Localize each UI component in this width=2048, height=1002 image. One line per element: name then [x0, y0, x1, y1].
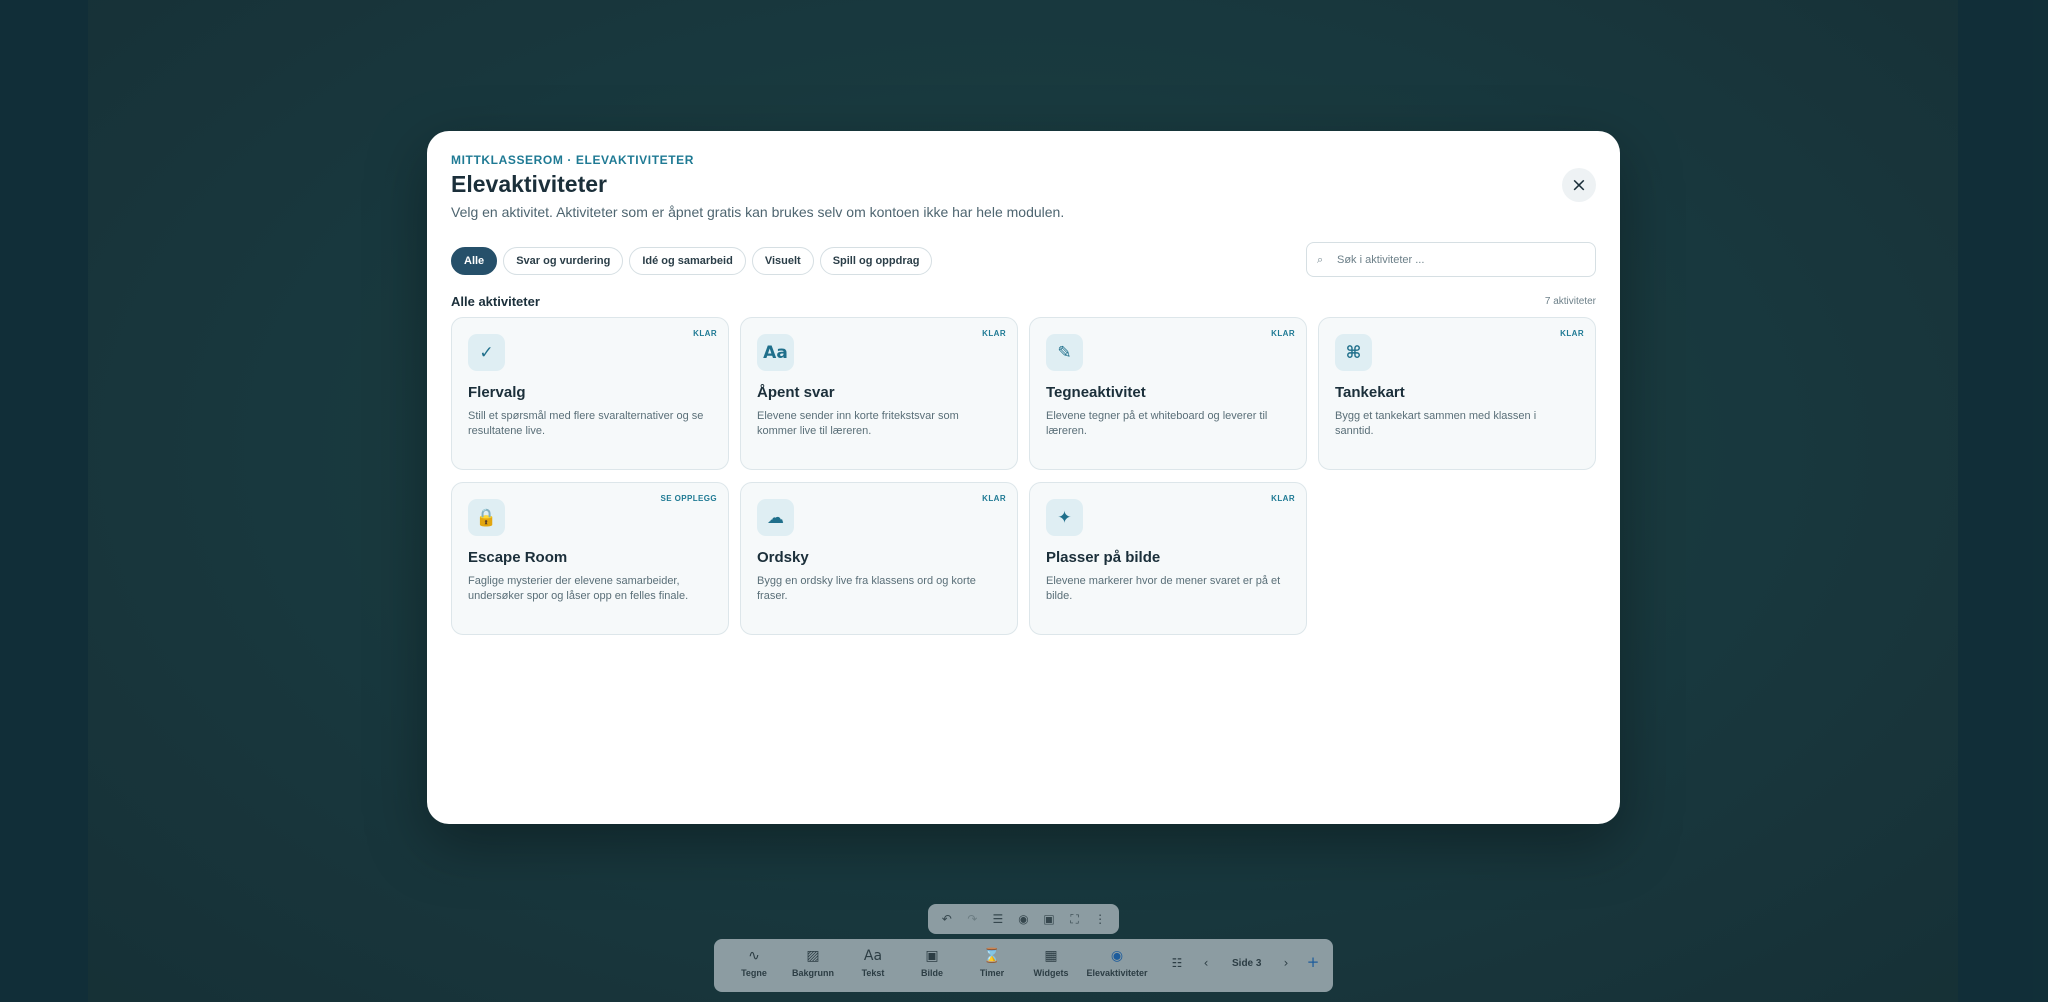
tool-label: Widgets [1033, 968, 1069, 978]
tool-text[interactable]: Aa Tekst [844, 947, 902, 978]
activities-icon: ◉ [1110, 948, 1124, 964]
status-badge: KLAR [1271, 329, 1295, 338]
search-input[interactable] [1335, 252, 1589, 267]
bottom-toolbar: ∿ Tegne ▨ Bakgrunn Aa Tekst ▣ Bilde ⌛ Ti… [714, 939, 1333, 992]
status-badge: KLAR [982, 494, 1006, 503]
text-icon: Aa [863, 948, 883, 964]
prev-page-button[interactable]: ‹ [1198, 956, 1214, 970]
tool-widgets[interactable]: ▦ Widgets [1022, 947, 1080, 978]
next-page-button[interactable]: › [1278, 956, 1294, 970]
image-icon: ▣ [925, 948, 939, 964]
search-icon: ⌕ [1317, 252, 1324, 266]
section-title: Alle aktiviteter [451, 294, 540, 309]
tool-background[interactable]: ▨ Bakgrunn [784, 947, 842, 978]
card-description: Elevene sender inn korte fritekstsvar so… [757, 410, 959, 437]
tool-label: Bakgrunn [791, 968, 834, 978]
filter-games-missions[interactable]: Spill og oppdrag [819, 247, 933, 275]
page-indicator: Side 3 [1232, 958, 1262, 969]
modal-title: Elevaktiviteter [451, 171, 607, 197]
filter-chips: Alle Svar og vurdering Idé og samarbeid … [451, 247, 933, 275]
card-description: Elevene tegner på et whiteboard og lever… [1046, 410, 1268, 437]
card-title: Tegneaktivitet [1046, 384, 1146, 401]
widgets-icon: ▦ [1044, 948, 1058, 964]
card-description: Bygg en ordsky live fra klassens ord og … [757, 575, 976, 602]
tool-label: Tegne [741, 968, 767, 978]
activity-card-tegneaktivitet[interactable]: ✎ KLAR Tegneaktivitet Elevene tegner på … [1029, 317, 1307, 470]
pin-icon: ✦ [1046, 499, 1083, 536]
activity-card-ordsky[interactable]: ☁ KLAR Ordsky Bygg en ordsky live fra kl… [740, 482, 1018, 635]
lock-icon: 🔒 [468, 499, 505, 536]
mindmap-icon: ⌘ [1335, 334, 1372, 371]
filter-answer-assessment[interactable]: Svar og vurdering [503, 247, 624, 275]
activity-card-flervalg[interactable]: ✓ KLAR Flervalg Still et spørsmål med fl… [451, 317, 729, 470]
tool-label: Timer [979, 968, 1005, 978]
tool-label: Bilde [920, 968, 943, 978]
modal-subtitle: Velg en aktivitet. Aktiviteter som er åp… [451, 204, 1065, 220]
status-badge: KLAR [1271, 494, 1295, 503]
undo-icon[interactable]: ↶ [937, 912, 957, 926]
activity-card-plasser-pa-bilde[interactable]: ✦ KLAR Plasser på bilde Elevene markerer… [1029, 482, 1307, 635]
timer-icon: ⌛ [983, 948, 1001, 964]
activity-card-tankekart[interactable]: ⌘ KLAR Tankekart Bygg et tankekart samme… [1318, 317, 1596, 470]
close-icon: × [1571, 174, 1587, 196]
text-icon: Aa [757, 334, 794, 371]
menu-icon[interactable]: ☰ [988, 912, 1008, 926]
tool-label: Tekst [861, 968, 885, 978]
search-box[interactable]: ⌕ [1306, 242, 1596, 277]
tool-timer[interactable]: ⌛ Timer [963, 947, 1021, 978]
cloud-icon: ☁ [757, 499, 794, 536]
mini-toolbar: ↶ ↷ ☰ ◉ ▣ ⛶ ⋮ [928, 904, 1119, 934]
card-title: Ordsky [757, 549, 809, 566]
tool-label: Elevaktiviteter [1086, 968, 1148, 978]
status-badge: KLAR [982, 329, 1006, 338]
activity-card-escape-room[interactable]: 🔒 SE OPPLEGG Escape Room Faglige mysteri… [451, 482, 729, 635]
pencil-icon: ✎ [1046, 334, 1083, 371]
activity-count: 7 aktiviteter [1544, 296, 1596, 307]
filter-visual[interactable]: Visuelt [751, 247, 814, 275]
redo-icon[interactable]: ↷ [962, 912, 982, 926]
add-page-button[interactable]: + [1305, 953, 1321, 971]
card-description: Still et spørsmål med flere svaralternat… [468, 410, 704, 437]
tool-image[interactable]: ▣ Bilde [903, 947, 961, 978]
status-badge: SE OPPLEGG [660, 494, 717, 503]
activity-grid: ✓ KLAR Flervalg Still et spørsmål med fl… [451, 317, 1596, 635]
check-icon: ✓ [468, 334, 505, 371]
card-title: Plasser på bilde [1046, 549, 1161, 566]
status-badge: KLAR [1560, 329, 1584, 338]
card-title: Tankekart [1335, 384, 1405, 401]
filter-all[interactable]: Alle [451, 247, 498, 275]
pages-icon[interactable]: ☷ [1169, 956, 1185, 970]
card-description: Faglige mysterier der elevene samarbeide… [468, 575, 689, 602]
close-button[interactable]: × [1562, 168, 1596, 202]
status-badge: KLAR [693, 329, 717, 338]
draw-icon: ∿ [748, 948, 760, 964]
activity-card-apent-svar[interactable]: Aa KLAR Åpent svar Elevene sender inn ko… [740, 317, 1018, 470]
tool-student-activities[interactable]: ◉ Elevaktiviteter [1079, 947, 1155, 978]
card-title: Escape Room [468, 549, 568, 566]
more-icon[interactable]: ⋮ [1090, 912, 1110, 926]
filter-idea-collaboration[interactable]: Idé og samarbeid [629, 247, 746, 275]
tool-draw[interactable]: ∿ Tegne [725, 947, 783, 978]
modal-eyebrow: MITTKLASSEROM · ELEVAKTIVITETER [451, 153, 695, 167]
card-title: Flervalg [468, 384, 526, 401]
fullscreen-icon[interactable]: ⛶ [1065, 912, 1085, 927]
card-title: Åpent svar [757, 384, 835, 401]
screen-icon[interactable]: ▣ [1039, 912, 1059, 926]
activities-modal: MITTKLASSEROM · ELEVAKTIVITETER Elevakti… [427, 131, 1620, 824]
card-description: Bygg et tankekart sammen med klassen i s… [1335, 410, 1537, 437]
background-icon: ▨ [806, 948, 820, 964]
record-icon[interactable]: ◉ [1013, 912, 1033, 926]
card-description: Elevene markerer hvor de mener svaret er… [1046, 575, 1281, 602]
